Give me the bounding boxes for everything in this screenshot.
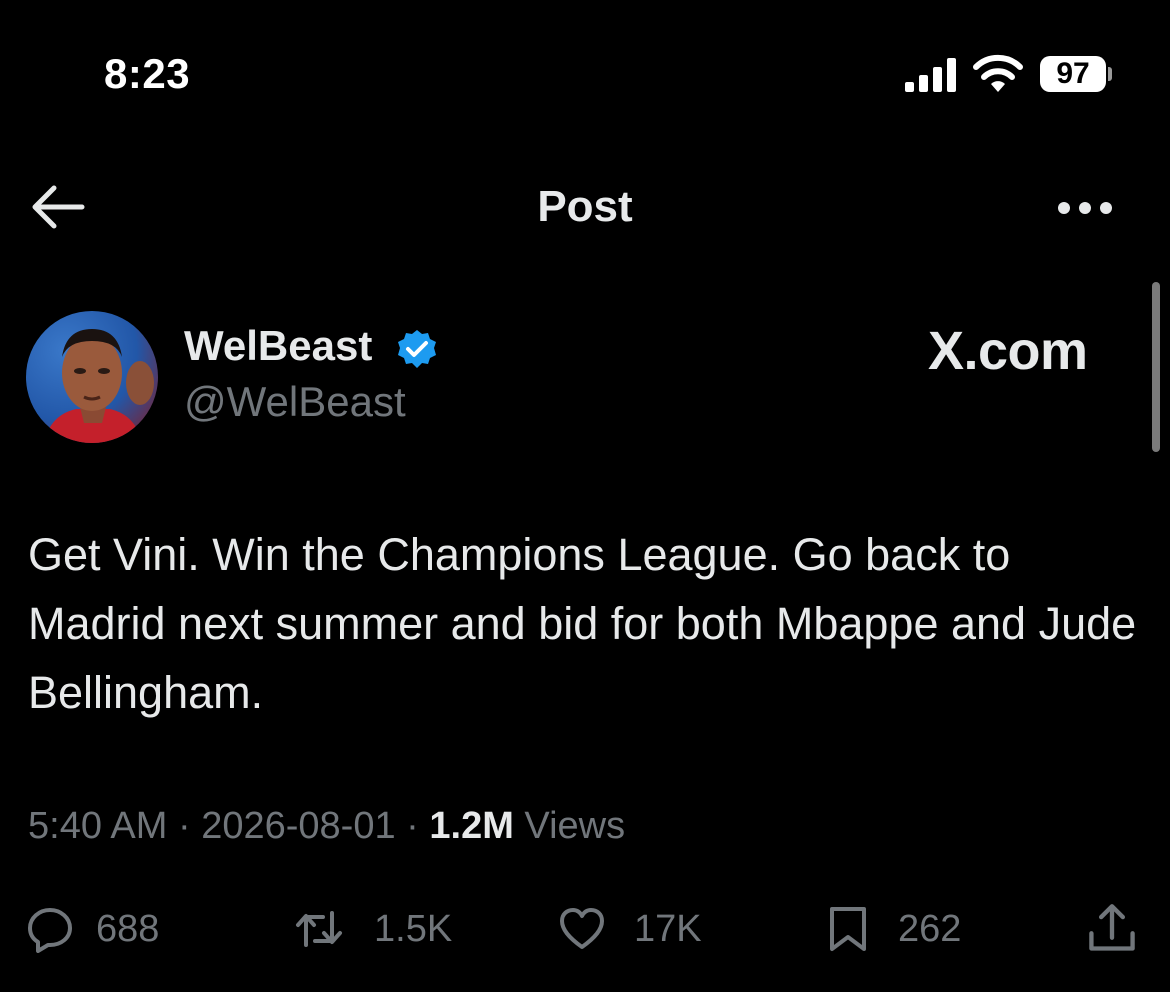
- status-time: 8:23: [104, 50, 191, 97]
- views-label: Views: [524, 805, 626, 847]
- tweet-meta: 5:40 AM · 2026-08-01 · 1.2M Views: [28, 805, 625, 848]
- share-icon: [1089, 904, 1135, 951]
- more-horizontal-icon[interactable]: [1056, 198, 1114, 218]
- like-button[interactable]: 17K: [552, 900, 702, 958]
- page-title: Post: [537, 182, 633, 231]
- watermark-text: X.com: [928, 321, 1088, 381]
- battery-nub: [1108, 67, 1112, 81]
- tweet-text: Get Vini. Win the Champions League. Go b…: [28, 529, 1137, 718]
- meta-separator: ·: [406, 805, 419, 847]
- bookmark-count: 262: [898, 907, 962, 950]
- avatar-image: [26, 311, 158, 443]
- battery-icon: 97: [1040, 56, 1106, 92]
- reply-count: 688: [96, 907, 160, 950]
- repost-count: 1.5K: [374, 907, 453, 950]
- author-name[interactable]: WelBeast: [184, 322, 372, 370]
- reply-button[interactable]: 688: [26, 900, 159, 958]
- bookmark-icon: [830, 907, 866, 951]
- tweet-date: 2026-08-01: [201, 805, 396, 847]
- views-count[interactable]: 1.2M: [429, 805, 513, 847]
- wifi-icon: [973, 54, 1023, 92]
- reply-icon: [28, 908, 72, 953]
- tweet-time: 5:40 AM: [28, 805, 168, 847]
- author-handle[interactable]: @WelBeast: [184, 378, 406, 426]
- verified-badge-icon[interactable]: [396, 328, 438, 370]
- scrollbar[interactable]: [1152, 282, 1160, 452]
- repost-button[interactable]: 1.5K: [286, 900, 452, 958]
- avatar[interactable]: [26, 311, 158, 443]
- share-button[interactable]: [1086, 900, 1138, 958]
- meta-separator: ·: [177, 805, 191, 847]
- bookmark-button[interactable]: 262: [820, 900, 961, 958]
- like-count: 17K: [634, 907, 702, 950]
- signal-icon: [905, 58, 956, 92]
- heart-icon: [560, 908, 604, 949]
- repost-icon: [296, 911, 342, 947]
